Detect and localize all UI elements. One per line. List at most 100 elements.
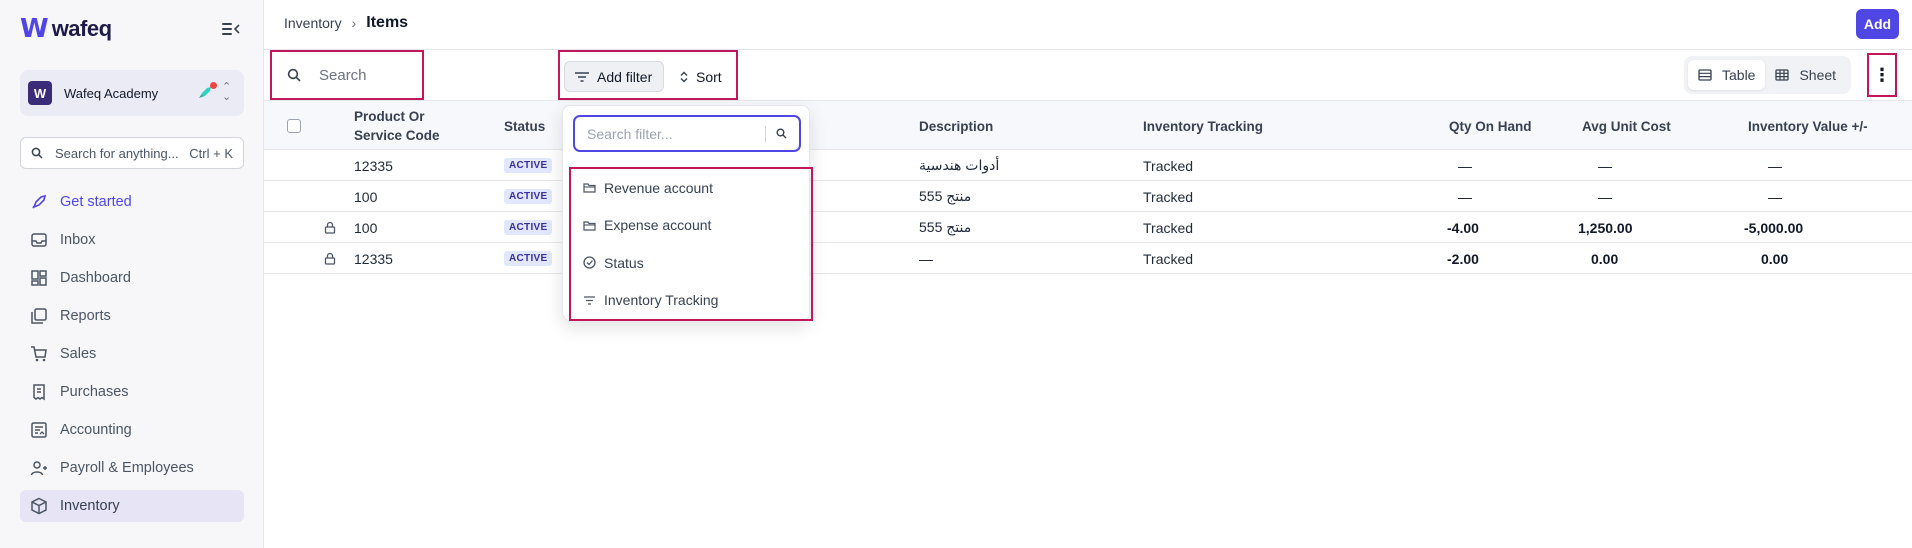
cell-value: 0.00 — [1761, 250, 1789, 267]
cell-qty: -4.00 — [1447, 219, 1479, 236]
breadcrumb-separator: › — [351, 15, 357, 31]
filter-search-input[interactable]: Search filter... — [573, 115, 801, 152]
view-toggle: Table Sheet — [1684, 56, 1851, 94]
box-icon — [31, 497, 47, 515]
cell-description: منتج 555 — [919, 188, 972, 204]
cell-code: 12335 — [354, 250, 393, 267]
add-item-button[interactable]: Add — [1856, 9, 1899, 39]
cell-description: أدوات هندسية — [919, 157, 1000, 173]
sidebar-item-payroll[interactable]: Payroll & Employees — [20, 452, 244, 484]
cell-qty: — — [1458, 188, 1472, 205]
table-row[interactable]: 12335 ACTIVE أدوات هندسية Tracked — — — — [264, 150, 1912, 181]
page-title: Items — [366, 14, 409, 31]
chevron-updown-icon: ⌃ ⌄ — [222, 81, 232, 103]
column-header-qty-on-hand[interactable]: Qty On Hand — [1449, 101, 1532, 151]
items-search-input[interactable]: Search — [270, 50, 424, 100]
breadcrumb-parent-link[interactable]: Inventory — [284, 15, 342, 31]
global-search-input[interactable]: Search for anything... Ctrl + K — [20, 137, 244, 169]
sidebar-item-dashboard[interactable]: Dashboard — [20, 262, 244, 294]
select-all-checkbox[interactable] — [287, 119, 301, 133]
cell-tracking: Tracked — [1143, 219, 1194, 236]
cell-tracking: Tracked — [1143, 157, 1194, 174]
table-row[interactable]: 100 ACTIVE منتج 555 Tracked — — — — [264, 181, 1912, 212]
cell-tracking: Tracked — [1143, 188, 1194, 205]
filter-option-expense-account[interactable]: Expense account — [571, 207, 811, 245]
global-search-placeholder: Search for anything... — [55, 145, 179, 161]
brand-logo[interactable]: W wafeq — [20, 14, 112, 44]
ledger-icon — [31, 422, 47, 438]
sidebar-item-label: Payroll & Employees — [60, 460, 194, 476]
filter-option-inventory-tracking[interactable]: Inventory Tracking — [571, 282, 811, 320]
sidebar-item-inventory[interactable]: Inventory — [20, 490, 244, 522]
receipt-icon — [33, 384, 45, 401]
table-row[interactable]: 12335 ACTIVE — Tracked -2.00 0.00 0.00 — [264, 243, 1912, 274]
filter-search-placeholder: Search filter... — [587, 125, 673, 142]
filter-option-label: Status — [604, 254, 644, 271]
cell-code: 100 — [354, 188, 378, 205]
items-table: Product Or Service Code Status Descripti… — [264, 100, 1912, 274]
sort-chevron-icon — [680, 71, 688, 82]
toolbar: Search Add filter Sort Table Sheet ⋮ — [264, 50, 1912, 100]
sidebar-item-label: Get started — [60, 194, 132, 210]
folder-icon — [583, 221, 596, 231]
view-table-label: Table — [1722, 67, 1756, 83]
lock-icon — [324, 252, 336, 265]
organization-switcher[interactable]: W Wafeq Academy ⌃ ⌄ — [20, 70, 244, 116]
inbox-icon — [31, 233, 47, 247]
add-filter-label: Add filter — [597, 68, 653, 85]
lock-icon — [324, 221, 336, 234]
column-header-avg-unit-cost[interactable]: Avg Unit Cost — [1582, 101, 1671, 151]
sidebar-item-label: Accounting — [60, 422, 132, 438]
filter-options-list: Revenue account Expense account Status I… — [569, 167, 813, 321]
filter-option-revenue-account[interactable]: Revenue account — [571, 169, 811, 207]
sidebar-item-label: Reports — [60, 308, 111, 324]
cell-value: — — [1768, 188, 1782, 205]
column-header-inventory-value[interactable]: Inventory Value +/- — [1748, 101, 1868, 151]
view-sheet-button[interactable]: Sheet — [1765, 60, 1846, 90]
sidebar-item-accounting[interactable]: Accounting — [20, 414, 244, 446]
cell-avg-cost: — — [1598, 188, 1612, 205]
cell-avg-cost: 0.00 — [1591, 250, 1619, 267]
sidebar-item-label: Dashboard — [60, 270, 131, 286]
brand-name: wafeq — [51, 16, 112, 41]
sort-label: Sort — [696, 68, 722, 85]
view-table-button[interactable]: Table — [1688, 60, 1766, 90]
notification-dot — [210, 82, 217, 89]
sidebar-item-inbox[interactable]: Inbox — [20, 224, 244, 256]
search-icon — [31, 147, 43, 159]
column-header-status[interactable]: Status — [504, 101, 545, 151]
wafeq-logo-icon: W — [20, 14, 49, 44]
table-icon — [1698, 69, 1712, 81]
folder-icon — [583, 183, 596, 193]
sort-button[interactable]: Sort — [680, 61, 722, 92]
reports-icon — [31, 308, 47, 324]
column-header-inventory-tracking[interactable]: Inventory Tracking — [1143, 101, 1263, 151]
cell-qty: -2.00 — [1447, 250, 1479, 267]
filter-option-status[interactable]: Status — [571, 244, 811, 282]
collapse-sidebar-icon[interactable] — [222, 22, 240, 36]
filter-icon — [584, 296, 595, 305]
cell-description: منتج 555 — [919, 219, 972, 235]
table-row[interactable]: 100 ACTIVE منتج 555 Tracked -4.00 1,250.… — [264, 212, 1912, 243]
add-filter-button[interactable]: Add filter — [564, 61, 664, 92]
filter-sort-group: Add filter Sort — [558, 50, 738, 100]
cell-value: — — [1768, 157, 1782, 174]
sidebar-item-get-started[interactable]: Get started — [20, 186, 244, 218]
sidebar-item-reports[interactable]: Reports — [20, 300, 244, 332]
cell-avg-cost: 1,250.00 — [1578, 219, 1633, 236]
search-placeholder: Search — [319, 66, 367, 84]
column-header-code[interactable]: Product Or Service Code — [354, 101, 474, 151]
divider — [765, 125, 766, 142]
sidebar-item-label: Sales — [60, 346, 97, 362]
cell-description: — — [919, 250, 933, 267]
filter-icon — [575, 71, 589, 82]
column-header-description[interactable]: Description — [919, 101, 993, 151]
sidebar-item-sales[interactable]: Sales — [20, 338, 244, 370]
sheet-icon — [1775, 69, 1790, 81]
status-badge: ACTIVE — [504, 189, 553, 204]
cell-value: -5,000.00 — [1744, 219, 1804, 236]
more-options-icon[interactable]: ⋮ — [1867, 53, 1897, 97]
rocket-icon — [32, 194, 47, 209]
sidebar-item-purchases[interactable]: Purchases — [20, 376, 244, 408]
org-name: Wafeq Academy — [64, 85, 159, 101]
